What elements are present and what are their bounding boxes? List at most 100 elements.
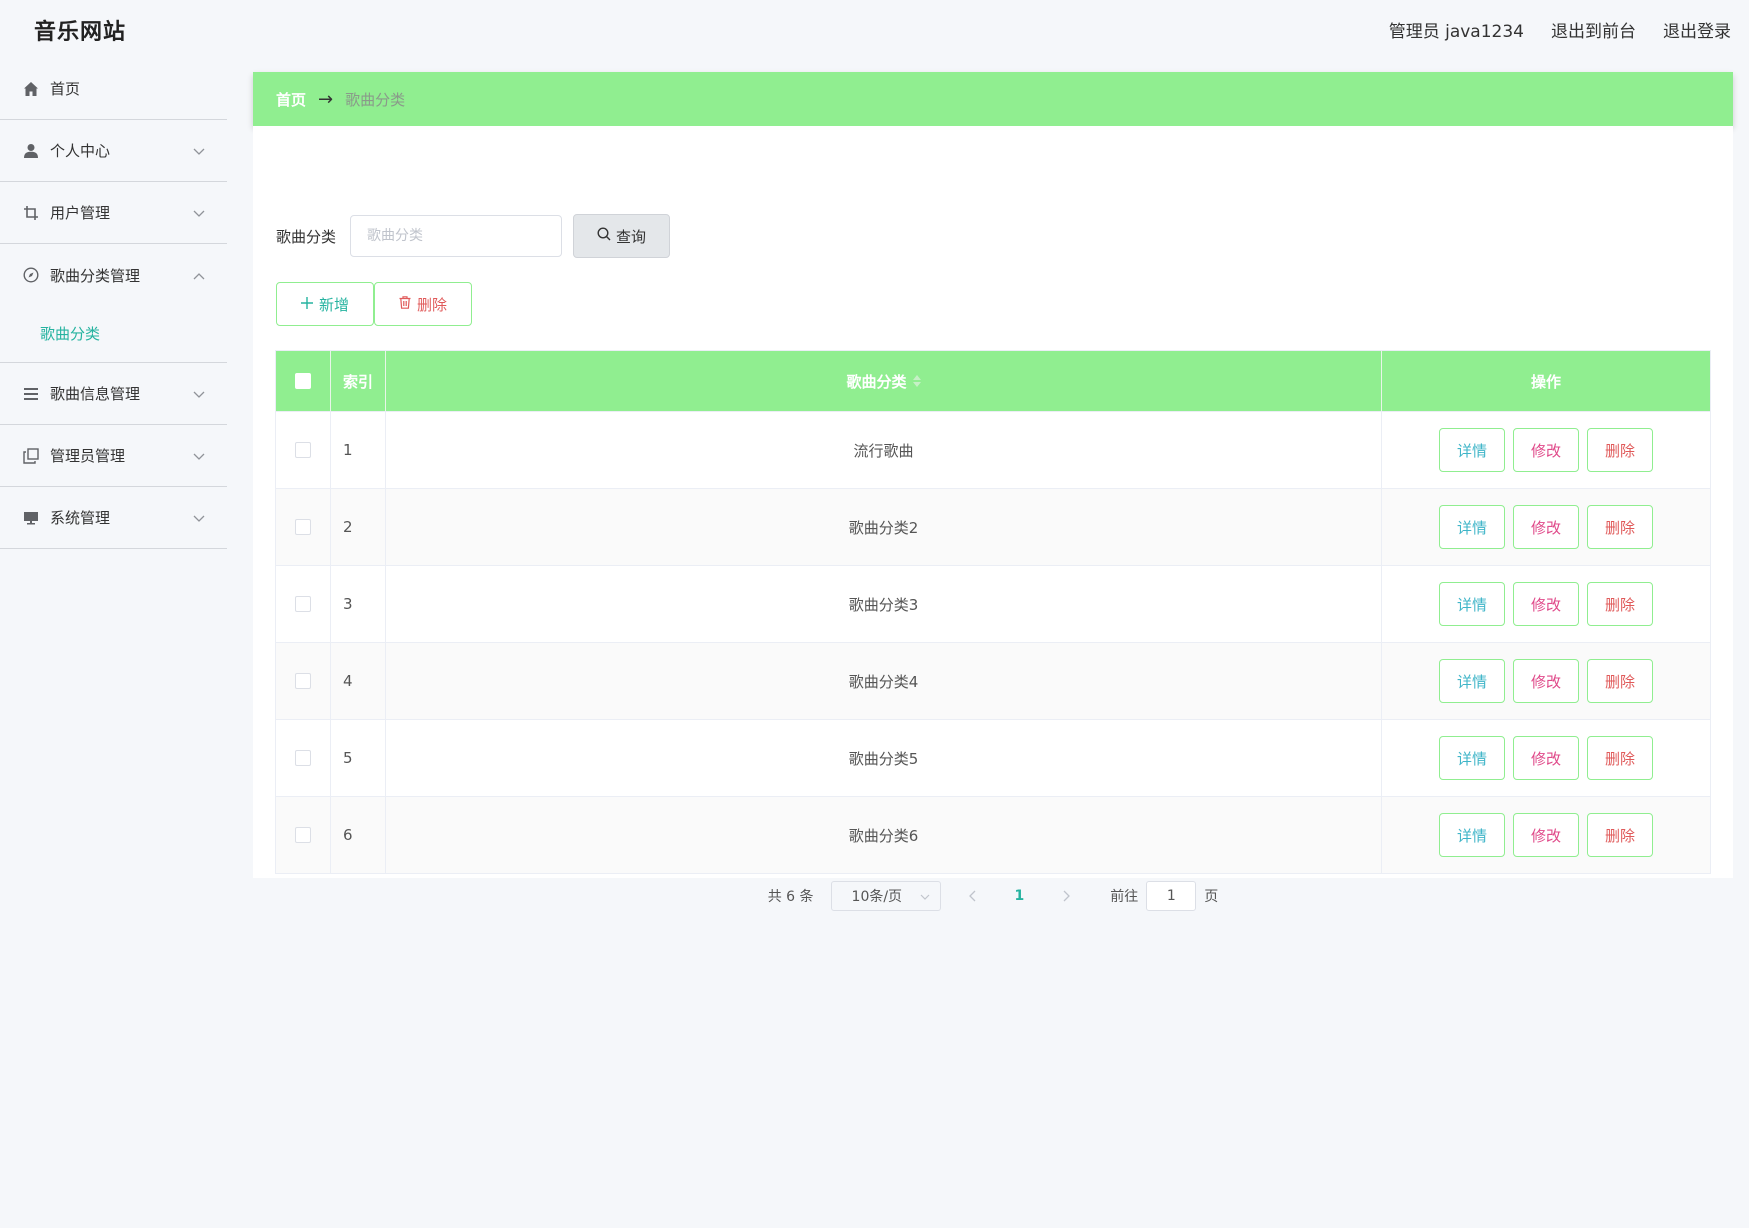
crop-icon <box>22 204 40 222</box>
sidebar-item-song-category-management[interactable]: 歌曲分类管理 <box>0 244 227 306</box>
sidebar-item-song-info-management[interactable]: 歌曲信息管理 <box>0 363 227 425</box>
page-number-current[interactable]: 1 <box>1015 888 1025 904</box>
chevron-down-icon <box>193 142 205 160</box>
goto-suffix: 页 <box>1204 889 1219 905</box>
edit-button[interactable]: 修改 <box>1513 736 1579 780</box>
chevron-down-icon <box>920 888 930 904</box>
delete-button[interactable]: 删除 <box>1587 582 1653 626</box>
chevron-up-icon <box>193 266 205 284</box>
row-checkbox-cell <box>276 566 331 642</box>
search-input[interactable] <box>350 215 563 257</box>
prev-page-button[interactable] <box>968 890 977 902</box>
row-actions: 详情 修改 删除 <box>1382 720 1710 796</box>
delete-button[interactable]: 删除 <box>1587 736 1653 780</box>
table-header: 索引 歌曲分类 操作 <box>276 351 1710 411</box>
row-checkbox[interactable] <box>295 673 311 689</box>
plus-icon <box>300 295 313 313</box>
sidebar-item-label: 管理员管理 <box>50 447 126 465</box>
sidebar-item-label: 首页 <box>50 80 81 98</box>
detail-button[interactable]: 详情 <box>1439 813 1505 857</box>
app-title: 音乐网站 <box>34 20 127 45</box>
delete-button[interactable]: 删除 <box>1587 813 1653 857</box>
search-icon <box>597 227 611 245</box>
sidebar-item-label: 用户管理 <box>50 204 111 222</box>
table-row: 5 歌曲分类5 详情 修改 删除 <box>276 719 1710 796</box>
next-page-button[interactable] <box>1062 890 1071 902</box>
edit-button[interactable]: 修改 <box>1513 428 1579 472</box>
row-actions: 详情 修改 删除 <box>1382 797 1710 873</box>
sidebar-item-label: 个人中心 <box>50 142 111 160</box>
edit-button[interactable]: 修改 <box>1513 659 1579 703</box>
main-content: 首页 → 歌曲分类 歌曲分类 查询 新增 <box>253 72 1733 911</box>
sidebar-item-system-management[interactable]: 系统管理 <box>0 487 227 549</box>
sidebar: 首页 个人中心 用户管理 歌曲分类管理 歌曲分类 歌曲信息管理 管理员管理 系统… <box>0 58 227 1228</box>
sidebar-item-home[interactable]: 首页 <box>0 58 227 120</box>
goto-page: 前往 页 <box>1110 881 1218 911</box>
query-button[interactable]: 查询 <box>573 214 671 258</box>
sidebar-item-personal-center[interactable]: 个人中心 <box>0 120 227 182</box>
detail-button[interactable]: 详情 <box>1439 659 1505 703</box>
delete-button[interactable]: 删除 <box>1587 505 1653 549</box>
row-index: 2 <box>331 489 386 565</box>
search-form: 歌曲分类 查询 <box>276 214 671 258</box>
row-category-name: 歌曲分类4 <box>386 643 1382 719</box>
goto-label: 前往 <box>1110 889 1139 905</box>
detail-button[interactable]: 详情 <box>1439 582 1505 626</box>
top-right-links: 管理员 java1234 退出到前台 退出登录 <box>1389 17 1731 42</box>
edit-button[interactable]: 修改 <box>1513 813 1579 857</box>
page-size-select[interactable]: 10条/页 <box>830 881 941 911</box>
breadcrumb-arrow-icon: → <box>318 88 334 110</box>
delete-button[interactable]: 删除 <box>1587 659 1653 703</box>
detail-button[interactable]: 详情 <box>1439 736 1505 780</box>
top-bar: 音乐网站 管理员 java1234 退出到前台 退出登录 <box>0 0 1749 58</box>
query-button-label: 查询 <box>616 227 647 246</box>
row-checkbox-cell <box>276 489 331 565</box>
chevron-down-icon <box>193 509 205 527</box>
admin-user-label[interactable]: 管理员 java1234 <box>1389 17 1524 42</box>
column-header-index: 索引 <box>331 351 386 411</box>
sidebar-item-user-management[interactable]: 用户管理 <box>0 182 227 244</box>
goto-page-input[interactable] <box>1146 881 1197 911</box>
home-icon <box>22 80 40 98</box>
add-button[interactable]: 新增 <box>276 282 374 326</box>
row-index: 6 <box>331 797 386 873</box>
table-row: 1 流行歌曲 详情 修改 删除 <box>276 411 1710 488</box>
copy-icon <box>22 447 40 465</box>
sidebar-subitem-song-category[interactable]: 歌曲分类 <box>0 306 227 363</box>
sidebar-item-admin-management[interactable]: 管理员管理 <box>0 425 227 487</box>
trash-icon <box>399 295 411 313</box>
back-to-front-link[interactable]: 退出到前台 <box>1551 17 1636 42</box>
list-icon <box>22 385 40 403</box>
pagination-total: 共 6 条 <box>767 889 814 905</box>
row-category-name: 流行歌曲 <box>386 412 1382 488</box>
delete-button[interactable]: 删除 <box>1587 428 1653 472</box>
column-header-category[interactable]: 歌曲分类 <box>386 351 1382 411</box>
sort-icon[interactable] <box>912 375 921 387</box>
row-checkbox[interactable] <box>295 827 311 843</box>
row-checkbox[interactable] <box>295 596 311 612</box>
row-checkbox[interactable] <box>295 442 311 458</box>
user-icon <box>22 142 40 160</box>
column-header-category-label: 歌曲分类 <box>846 372 907 391</box>
page-size-value: 10条/页 <box>851 889 903 905</box>
header-checkbox-cell <box>276 351 331 411</box>
breadcrumb-home[interactable]: 首页 <box>276 89 306 110</box>
batch-delete-button[interactable]: 删除 <box>374 282 472 326</box>
row-index: 4 <box>331 643 386 719</box>
edit-button[interactable]: 修改 <box>1513 582 1579 626</box>
search-label: 歌曲分类 <box>276 227 337 246</box>
edit-button[interactable]: 修改 <box>1513 505 1579 549</box>
row-checkbox[interactable] <box>295 519 311 535</box>
detail-button[interactable]: 详情 <box>1439 505 1505 549</box>
logout-link[interactable]: 退出登录 <box>1663 17 1731 42</box>
sidebar-item-label: 系统管理 <box>50 509 111 527</box>
chevron-down-icon <box>193 447 205 465</box>
row-actions: 详情 修改 删除 <box>1382 489 1710 565</box>
table-row: 4 歌曲分类4 详情 修改 删除 <box>276 642 1710 719</box>
row-checkbox[interactable] <box>295 750 311 766</box>
column-header-actions: 操作 <box>1530 372 1561 391</box>
compass-icon <box>22 266 40 284</box>
detail-button[interactable]: 详情 <box>1439 428 1505 472</box>
monitor-icon <box>22 509 40 527</box>
select-all-checkbox[interactable] <box>295 373 311 389</box>
